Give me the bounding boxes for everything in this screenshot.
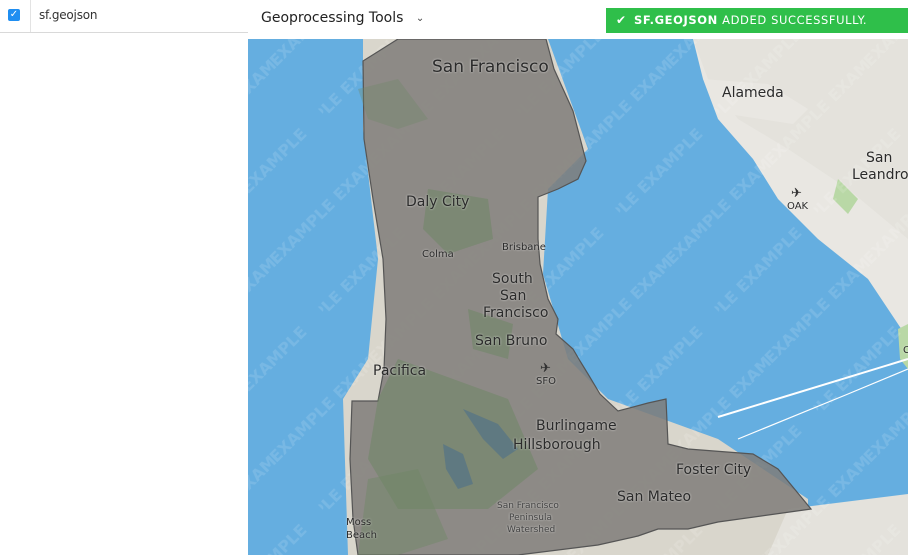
toast-status: ADDED SUCCESSFULLY. [722, 13, 868, 27]
label-hillsborough: Hillsborough [513, 437, 601, 453]
toast-message: SF.GEOJSON ADDED SUCCESSFULLY. [634, 8, 867, 33]
label-moss-beach-2: Beach [346, 530, 377, 541]
map-canvas: EXAMPLE EXAMPLE EXAMPLE EXAMPLE [248, 39, 908, 555]
geoprocessing-tools-dropdown[interactable]: Geoprocessing Tools ⌄ [261, 10, 424, 26]
layer-visibility-checkbox[interactable]: ✓ [8, 9, 20, 21]
label-watershed-2: Peninsula [509, 513, 552, 523]
label-south-sf-2: San [500, 288, 527, 304]
chevron-down-icon: ⌄ [415, 13, 425, 24]
layers-panel: ✓ sf.geojson [0, 0, 248, 555]
label-oak: OAK [787, 201, 809, 212]
map-view[interactable]: EXAMPLE EXAMPLE EXAMPLE EXAMPLE [248, 39, 908, 555]
label-sfo: SFO [536, 376, 556, 387]
label-south-sf-3: Francisco [483, 305, 549, 321]
label-san-mateo: San Mateo [617, 489, 692, 505]
label-watershed-3: Watershed [507, 525, 556, 535]
label-foster-city: Foster City [676, 462, 752, 478]
airport-icon-sfo: ✈ [540, 361, 551, 376]
layer-checkbox-cell: ✓ [0, 0, 31, 32]
check-icon: ✔ [616, 13, 627, 27]
label-edge-c: C [903, 345, 908, 356]
label-san-francisco: San Francisco [432, 57, 549, 77]
label-burlingame: Burlingame [536, 418, 617, 434]
airport-icon-oak: ✈ [791, 186, 802, 201]
label-watershed-1: San Francisco [497, 501, 559, 511]
label-colma: Colma [422, 249, 454, 260]
label-moss-beach-1: Moss [346, 517, 372, 528]
success-toast: ✔ SF.GEOJSON ADDED SUCCESSFULLY. [606, 8, 908, 33]
label-brisbane: Brisbane [502, 242, 546, 253]
label-san-leandro-2: Leandro [852, 167, 908, 183]
label-pacifica: Pacifica [373, 363, 427, 379]
label-south-sf-1: South [492, 271, 533, 287]
label-san-bruno: San Bruno [475, 333, 548, 349]
label-daly-city: Daly City [406, 194, 470, 210]
toast-filename: SF.GEOJSON [634, 13, 718, 27]
label-san-leandro-1: San [866, 150, 893, 166]
geoprocessing-tools-label: Geoprocessing Tools [261, 10, 404, 26]
layer-name: sf.geojson [39, 8, 98, 22]
label-alameda: Alameda [722, 85, 784, 101]
layer-row-sf-geojson[interactable]: ✓ sf.geojson [0, 0, 248, 33]
